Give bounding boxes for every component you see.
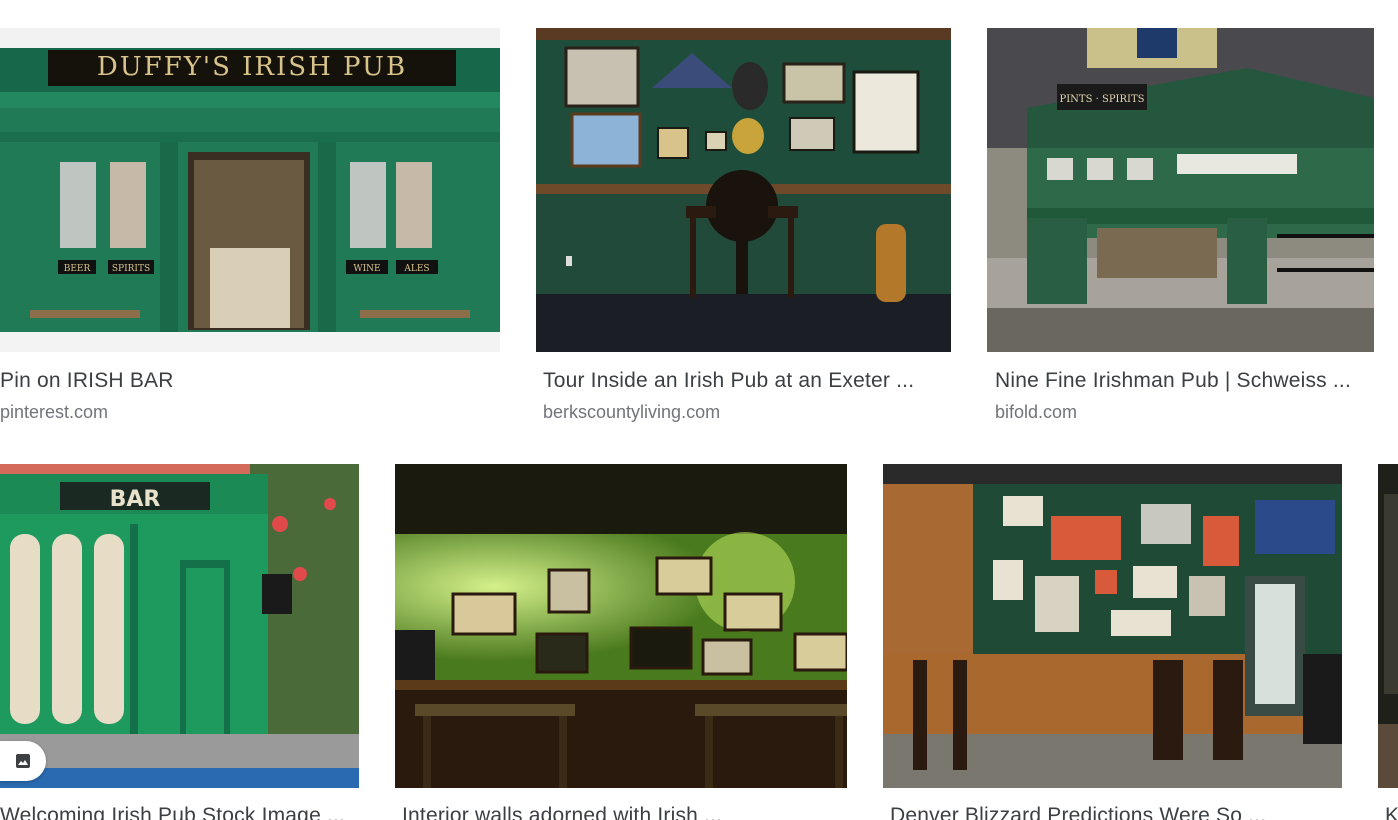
- pub-storefront-image: DUFFY'S IRISH PUB BEER SPIRITS WINE ALES: [0, 28, 500, 352]
- result-source-1[interactable]: pinterest.com: [0, 402, 108, 423]
- bar-sign-text: BAR: [110, 487, 161, 512]
- result-thumbnail-7[interactable]: [1378, 464, 1398, 788]
- result-source-3[interactable]: bifold.com: [995, 402, 1077, 423]
- svg-text:ALES: ALES: [403, 264, 429, 274]
- result-thumbnail-3[interactable]: PINTS · SPIRITS: [987, 28, 1374, 352]
- result-thumbnail-6[interactable]: [883, 464, 1342, 788]
- result-title-2[interactable]: Tour Inside an Irish Pub at an Exeter ..…: [543, 369, 943, 393]
- svg-text:BEER: BEER: [64, 264, 91, 274]
- result-title-1[interactable]: Pin on IRISH BAR: [0, 369, 500, 393]
- green-interior-image: [395, 464, 847, 788]
- sports-pub-image: [883, 464, 1342, 788]
- pub-interior-image: [536, 28, 951, 352]
- pub-patio-sign-text: PINTS · SPIRITS: [1059, 94, 1144, 105]
- result-thumbnail-5[interactable]: [395, 464, 847, 788]
- pub-sign-text: DUFFY'S IRISH PUB: [97, 52, 407, 82]
- partial-result-image: [1378, 464, 1398, 788]
- pub-patio-image: PINTS · SPIRITS: [987, 28, 1374, 352]
- result-thumbnail-2[interactable]: [536, 28, 951, 352]
- result-title-4[interactable]: Welcoming Irish Pub Stock Image ...: [0, 804, 359, 820]
- image-icon: [16, 754, 30, 768]
- result-title-5[interactable]: Interior walls adorned with Irish ...: [402, 804, 842, 820]
- result-thumbnail-4[interactable]: BAR: [0, 464, 359, 788]
- svg-text:SPIRITS: SPIRITS: [112, 264, 150, 274]
- result-title-6[interactable]: Denver Blizzard Predictions Were So ...: [890, 804, 1340, 820]
- result-title-7[interactable]: K: [1385, 804, 1398, 820]
- image-badge[interactable]: [0, 741, 46, 781]
- result-thumbnail-1[interactable]: DUFFY'S IRISH PUB BEER SPIRITS WINE ALES: [0, 28, 500, 352]
- bar-storefront-image: BAR: [0, 464, 359, 788]
- result-source-2[interactable]: berkscountyliving.com: [543, 402, 720, 423]
- svg-text:WINE: WINE: [353, 264, 380, 274]
- result-title-3[interactable]: Nine Fine Irishman Pub | Schweiss ...: [995, 369, 1365, 393]
